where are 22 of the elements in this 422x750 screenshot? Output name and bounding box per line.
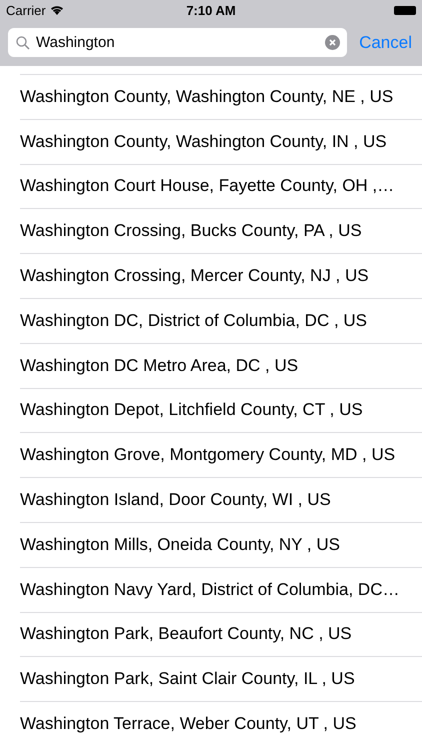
result-item[interactable]: Washington County, Washington County, IN , US [20, 118, 422, 164]
result-item[interactable]: Washington DC Metro Area, DC , US [20, 342, 422, 388]
carrier-label: Carrier [6, 2, 46, 18]
result-item[interactable]: Washington Depot, Litchfield County, CT , US [20, 388, 422, 432]
result-item[interactable]: Washington Mills, Oneida County, NY , US [20, 522, 422, 567]
result-item[interactable]: Washington Park, Beaufort County, NC , US [20, 612, 422, 656]
result-item[interactable]: Washington Navy Yard, District of Columbia, DC… [20, 566, 422, 612]
status-time: 7:10 AM [186, 2, 236, 18]
result-item[interactable]: Washington DC, District of Columbia, DC , US [20, 298, 422, 343]
result-item[interactable]: Washington Court House, Fayette County, OH ,… [20, 164, 422, 208]
result-item[interactable]: Washington Grove, Montgomery County, MD , US [20, 432, 422, 478]
result-item[interactable]: Washington County, Washington County, NE , US [20, 74, 422, 119]
wifi-icon [50, 5, 64, 15]
battery-icon [394, 6, 416, 14]
result-item[interactable]: Washington Crossing, Bucks County, PA , US [20, 208, 422, 254]
search-icon [16, 36, 30, 50]
result-item[interactable]: Washington Park, Saint Clair County, IL , US [20, 656, 422, 702]
result-item[interactable]: Washington Terrace, Weber County, UT , US [20, 701, 422, 746]
result-item[interactable]: Washington Crossing, Mercer County, NJ , US [20, 253, 422, 298]
search-field[interactable]: Washington [8, 28, 348, 57]
clear-icon[interactable] [325, 35, 340, 50]
result-item[interactable]: Washington Island, Door County, WI , US [20, 477, 422, 522]
